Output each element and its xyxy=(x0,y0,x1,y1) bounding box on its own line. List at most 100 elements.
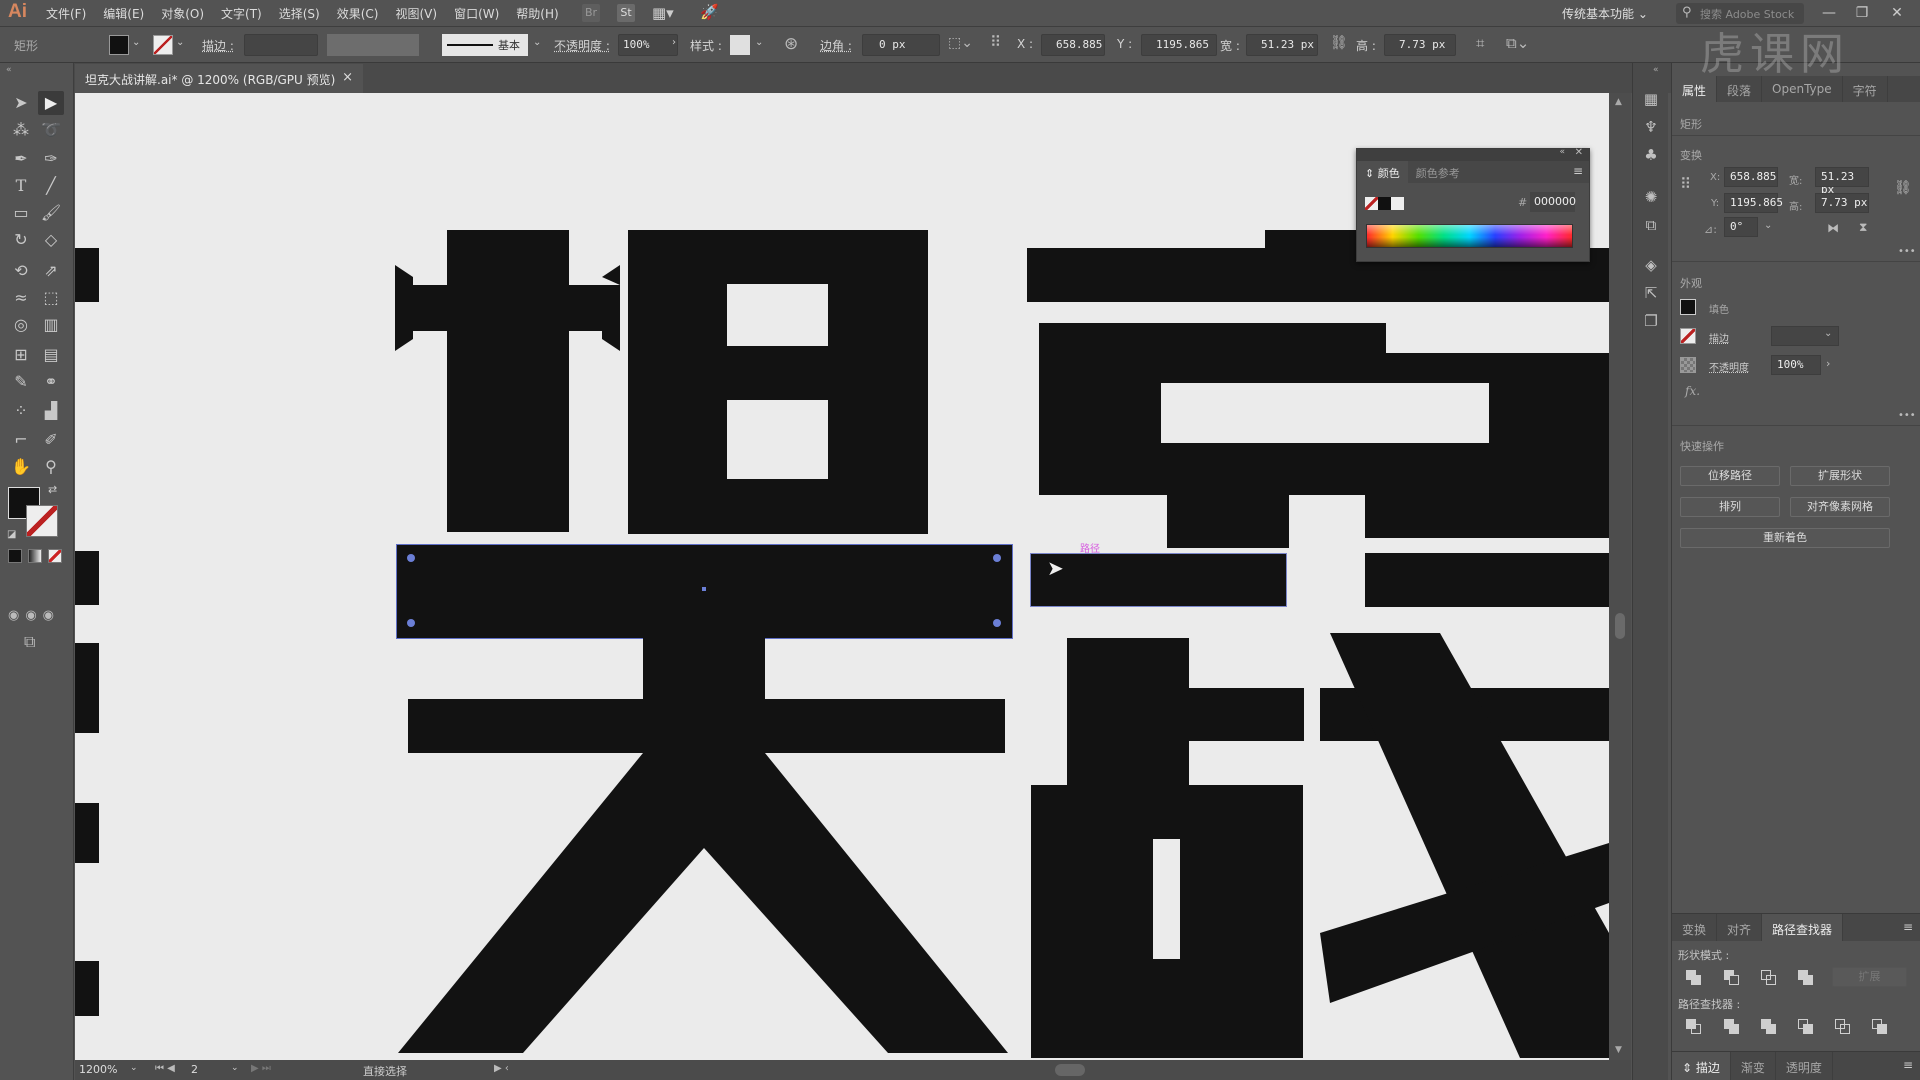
stroke-weight-input[interactable] xyxy=(244,34,318,56)
none-swatch[interactable] xyxy=(1365,197,1378,210)
tab-color-guide[interactable]: 颜色参考 xyxy=(1408,161,1468,183)
close-tab-icon[interactable]: × xyxy=(342,70,353,85)
anchor-handle[interactable] xyxy=(407,554,415,562)
default-fill-stroke-icon[interactable]: ◪ xyxy=(7,529,16,540)
expand-button[interactable]: 扩展 xyxy=(1832,967,1907,987)
menu-select[interactable]: 选择(S) xyxy=(279,5,329,22)
anchor-handle[interactable] xyxy=(407,619,415,627)
paintbrush-tool-icon[interactable]: 🖌 xyxy=(38,201,64,225)
eyedropper-tool-icon[interactable]: ✎ xyxy=(8,370,34,394)
angle-input[interactable]: 0° xyxy=(1724,217,1758,237)
artboard-tool-icon[interactable]: ⌐ xyxy=(8,428,34,452)
style-dropdown-icon[interactable]: ⌄ xyxy=(755,37,763,48)
variable-width-profile[interactable] xyxy=(327,34,419,56)
flip-horizontal-icon[interactable]: ⧓ xyxy=(1827,221,1839,235)
fx-icon[interactable]: fx. xyxy=(1685,384,1700,398)
stock-icon[interactable]: St xyxy=(617,4,635,22)
arrange-documents-icon[interactable]: ▦▾ xyxy=(652,4,674,22)
brushes-panel-icon[interactable]: ♆ xyxy=(1641,117,1661,137)
symbol-sprayer-tool-icon[interactable]: ⁘ xyxy=(8,399,34,423)
opacity-input[interactable]: 100% xyxy=(1771,355,1821,375)
eraser-tool-icon[interactable]: ◇ xyxy=(38,228,64,252)
close-icon[interactable]: ✕ xyxy=(1575,147,1583,158)
first-artboard-icon[interactable]: ⏮ ◀ xyxy=(155,1063,175,1074)
unite-icon[interactable] xyxy=(1686,970,1702,986)
collapse-icon[interactable]: « xyxy=(1559,147,1565,157)
tab-align[interactable]: 对齐 xyxy=(1717,914,1763,941)
width-input[interactable]: 51.23 px xyxy=(1815,167,1869,196)
tab-gradient[interactable]: 渐变 xyxy=(1731,1052,1776,1080)
rotate-tool-icon[interactable]: ⟲ xyxy=(8,259,34,283)
status-menu-icon[interactable]: ▶ ‹ xyxy=(494,1063,509,1074)
stroke-label[interactable]: 描边 xyxy=(1709,330,1729,345)
slice-tool-icon[interactable]: ✐ xyxy=(38,428,64,452)
zoom-tool-icon[interactable]: ⚲ xyxy=(38,455,64,479)
exclude-icon[interactable] xyxy=(1798,970,1814,986)
stroke-swatch[interactable] xyxy=(153,35,173,55)
fill-swatch[interactable] xyxy=(1680,299,1696,315)
intersect-icon[interactable] xyxy=(1761,970,1777,986)
constrain-proportions-icon[interactable]: ⛓ xyxy=(1330,35,1348,51)
constrain-proportions-icon[interactable]: ⛓ xyxy=(1894,180,1912,196)
color-spectrum[interactable] xyxy=(1366,224,1573,248)
menu-effect[interactable]: 效果(C) xyxy=(337,5,388,22)
tab-transparency[interactable]: 透明度 xyxy=(1776,1052,1833,1080)
warp-tool-icon[interactable]: ≈ xyxy=(8,286,34,310)
stroke-color-box[interactable] xyxy=(26,505,58,537)
anchor-handle[interactable] xyxy=(993,554,1001,562)
lasso-tool-icon[interactable]: ➰ xyxy=(38,118,64,142)
direct-selection-tool-icon[interactable]: ▶ xyxy=(38,91,64,115)
shape-builder-tool-icon[interactable]: ◎ xyxy=(8,313,34,337)
collapse-icon[interactable]: « xyxy=(6,65,12,75)
recolor-artwork-icon[interactable]: ⊛ xyxy=(784,34,798,54)
more-options-icon[interactable]: ••• xyxy=(1898,246,1916,257)
crop-icon[interactable] xyxy=(1798,1019,1814,1035)
shape-options-icon[interactable]: ⬚⌄ xyxy=(948,35,973,51)
isolate-icon[interactable]: ⧉⌄ xyxy=(1506,34,1529,52)
pen-tool-icon[interactable]: ✒ xyxy=(8,147,34,171)
tab-stroke[interactable]: ⇕ 描边 xyxy=(1672,1052,1731,1080)
graphic-styles-panel-icon[interactable]: ⧉ xyxy=(1641,215,1661,235)
type-tool-icon[interactable]: T xyxy=(8,174,34,198)
y-input[interactable]: 1195.865 xyxy=(1141,34,1217,56)
next-artboard-icon[interactable]: ▶ ⏭ xyxy=(251,1063,271,1074)
gradient-tool-icon[interactable]: ▤ xyxy=(38,343,64,367)
column-graph-tool-icon[interactable]: ▟ xyxy=(38,399,64,423)
artboards-panel-icon[interactable]: ❐ xyxy=(1641,311,1661,331)
reference-point-icon[interactable]: ⠿ xyxy=(1680,175,1691,193)
stroke-dropdown-icon[interactable]: ⌄ xyxy=(1824,328,1832,339)
scale-tool-icon[interactable]: ⇗ xyxy=(38,259,64,283)
menu-object[interactable]: 对象(O) xyxy=(161,5,213,22)
scroll-up-icon[interactable]: ▲ xyxy=(1615,97,1622,107)
blend-tool-icon[interactable]: ⚭ xyxy=(38,370,64,394)
brush-definition[interactable]: 基本 xyxy=(442,34,528,56)
black-swatch[interactable] xyxy=(1378,197,1391,210)
anchor-handle[interactable] xyxy=(993,619,1001,627)
reference-point-icon[interactable]: ⠿ xyxy=(990,33,1001,51)
height-input[interactable]: 7.73 px xyxy=(1815,193,1869,213)
angle-dropdown-icon[interactable]: ⌄ xyxy=(1764,220,1772,231)
appearance-panel-icon[interactable]: ✺ xyxy=(1641,187,1661,207)
draw-mode-icons[interactable]: ◉◉◉ xyxy=(8,608,60,623)
minus-back-icon[interactable] xyxy=(1872,1019,1888,1035)
x-input[interactable]: 658.885 xyxy=(1041,34,1105,56)
close-button[interactable]: ✕ xyxy=(1882,2,1912,24)
horizontal-scrollbar-thumb[interactable] xyxy=(1055,1064,1085,1076)
restore-button[interactable]: ❐ xyxy=(1847,2,1877,24)
white-swatch[interactable] xyxy=(1391,197,1404,210)
symbols-panel-icon[interactable]: ♣ xyxy=(1641,145,1661,165)
mesh-tool-icon[interactable]: ⊞ xyxy=(8,343,34,367)
zoom-level[interactable]: 1200% xyxy=(79,1063,137,1078)
free-transform-tool-icon[interactable]: ⬚ xyxy=(38,286,64,310)
menu-window[interactable]: 窗口(W) xyxy=(454,5,508,22)
line-tool-icon[interactable]: ╱ xyxy=(38,174,64,198)
merge-icon[interactable] xyxy=(1761,1019,1777,1035)
layers-panel-icon[interactable]: ◈ xyxy=(1641,255,1661,275)
opacity-label[interactable]: 不透明度 xyxy=(1709,359,1749,374)
fill-dropdown-icon[interactable]: ⌄ xyxy=(132,37,140,48)
zoom-dropdown-icon[interactable]: ⌄ xyxy=(130,1063,138,1073)
rectangle-tool-icon[interactable]: ▭ xyxy=(8,201,34,225)
selection-tool-icon[interactable]: ➤ xyxy=(8,91,34,115)
transform-each-icon[interactable]: ⌗ xyxy=(1476,34,1484,52)
opacity-expand-icon[interactable]: › xyxy=(1826,357,1830,370)
